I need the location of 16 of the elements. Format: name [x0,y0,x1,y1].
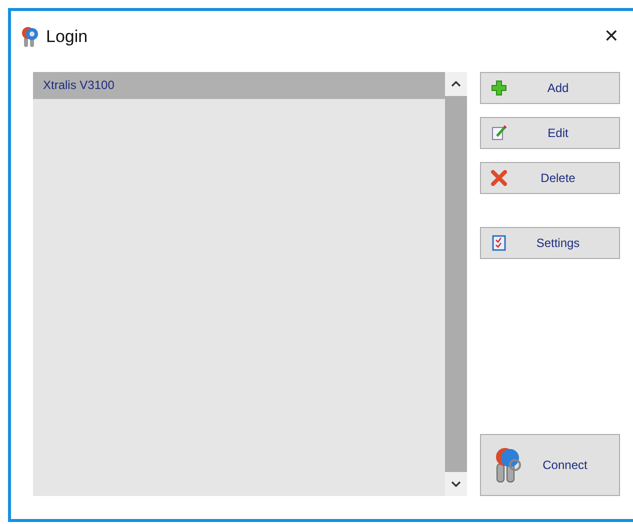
delete-button[interactable]: Delete [480,162,620,194]
close-button[interactable]: ✕ [600,26,623,47]
keys-icon [493,446,523,484]
connect-button[interactable]: Connect [480,434,620,496]
add-button[interactable]: Add [480,72,620,104]
window-title: Login [46,26,88,46]
list-item[interactable]: Xtralis V3100 [33,72,445,99]
edit-button[interactable]: Edit [480,117,620,149]
notepad-pencil-icon [491,125,507,141]
settings-button[interactable]: Settings [480,227,620,259]
scroll-up-icon[interactable] [451,81,461,87]
scroll-down-icon[interactable] [451,481,461,487]
plus-icon [491,80,507,96]
checklist-icon [491,235,507,251]
cross-icon [491,170,507,186]
keys-icon [20,26,40,48]
